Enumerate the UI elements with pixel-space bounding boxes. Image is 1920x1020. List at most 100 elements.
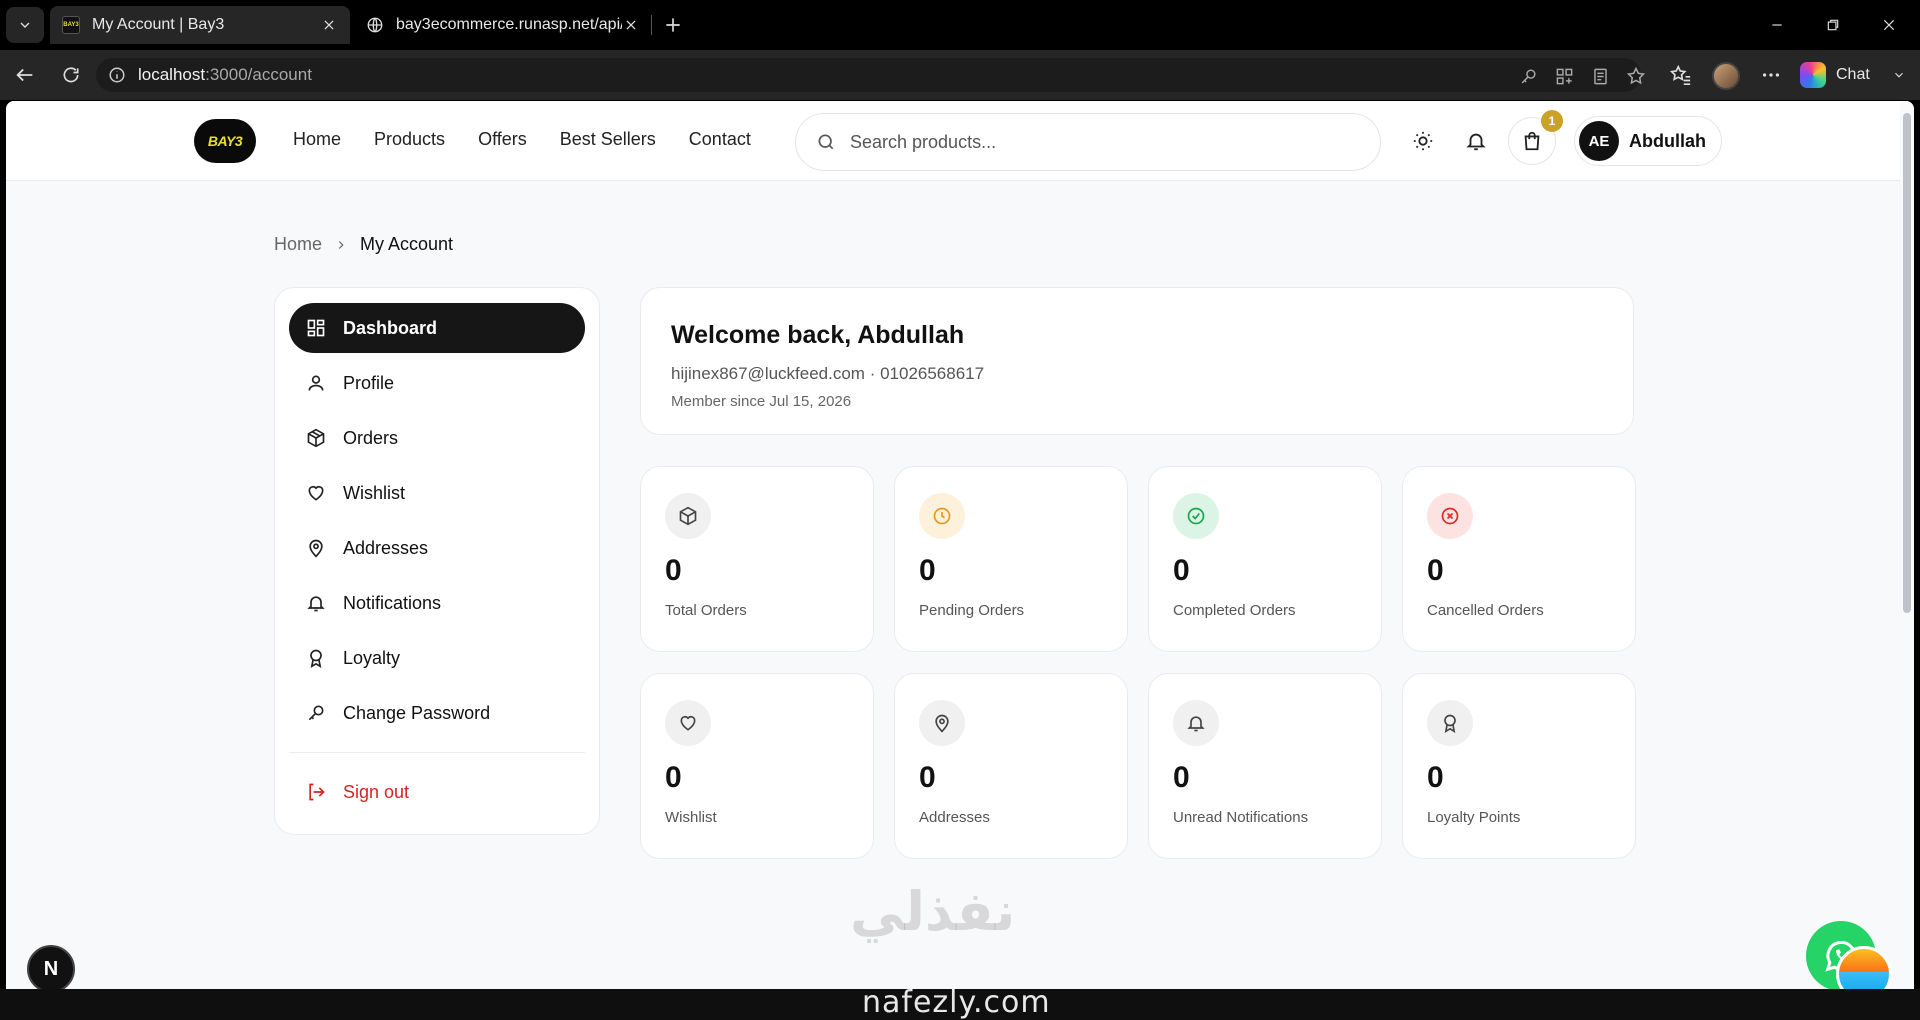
- stat-value: 0: [1427, 761, 1444, 794]
- sidebar-item-change-password[interactable]: Change Password: [289, 688, 585, 738]
- page-scrollbar[interactable]: [1900, 101, 1914, 989]
- stat-card-unread-notifications[interactable]: 0 Unread Notifications: [1148, 673, 1382, 859]
- key-icon[interactable]: [1518, 66, 1538, 86]
- account-sidebar: Dashboard Profile Orders Wishlist Addres…: [274, 287, 600, 835]
- user-menu-button[interactable]: AE Abdullah: [1574, 116, 1722, 166]
- more-options-button[interactable]: [1758, 62, 1784, 88]
- sidebar-item-loyalty[interactable]: Loyalty: [289, 633, 585, 683]
- member-since: Member since Jul 15, 2026: [671, 393, 852, 410]
- bell-icon: [305, 592, 327, 614]
- sign-out-button[interactable]: Sign out: [289, 767, 585, 817]
- new-tab-button[interactable]: [660, 12, 686, 38]
- tab-list-button[interactable]: [6, 7, 44, 43]
- key-icon: [305, 702, 327, 724]
- stat-card-cancelled-orders[interactable]: 0 Cancelled Orders: [1402, 466, 1636, 652]
- stat-card-total-orders[interactable]: 0 Total Orders: [640, 466, 874, 652]
- nextjs-dev-indicator[interactable]: N: [27, 945, 75, 989]
- globe-icon: [366, 16, 384, 34]
- dashboard-icon: [305, 317, 327, 339]
- stat-card-wishlist[interactable]: 0 Wishlist: [640, 673, 874, 859]
- scrollbar-thumb[interactable]: [1903, 113, 1911, 613]
- tab-title: bay3ecommerce.runasp.net/api/au: [396, 16, 622, 33]
- site-header: BAY3 Home Products Offers Best Sellers C…: [6, 101, 1900, 181]
- clock-icon: [919, 493, 965, 539]
- address-bar[interactable]: localhost:3000/account: [96, 58, 1646, 92]
- profile-avatar[interactable]: [1712, 62, 1740, 90]
- minimize-button[interactable]: [1762, 10, 1792, 40]
- sidebar-divider: [289, 752, 585, 753]
- browser-tab-bar: BAY3 My Account | Bay3 bay3ecommerce.run…: [0, 0, 1920, 50]
- stat-value: 0: [1173, 554, 1190, 587]
- cart-count-badge: 1: [1541, 110, 1563, 132]
- user-name: Abdullah: [1629, 130, 1706, 151]
- nav-best-sellers[interactable]: Best Sellers: [560, 129, 656, 150]
- log-out-icon: [305, 781, 327, 803]
- reload-icon: [61, 65, 81, 85]
- browser-toolbar: localhost:3000/account Chat: [0, 50, 1920, 100]
- sidebar-item-dashboard[interactable]: Dashboard: [289, 303, 585, 353]
- stat-card-completed-orders[interactable]: 0 Completed Orders: [1148, 466, 1382, 652]
- apps-icon[interactable]: [1554, 66, 1574, 86]
- url-text: localhost:3000/account: [138, 65, 312, 84]
- stat-label: Total Orders: [665, 602, 747, 619]
- close-tab-icon[interactable]: [320, 16, 338, 34]
- nav-contact[interactable]: Contact: [689, 129, 751, 150]
- close-tab-icon[interactable]: [622, 16, 640, 34]
- chat-avatar-thumbnail[interactable]: [1836, 946, 1892, 989]
- sidebar-item-label: Addresses: [343, 537, 429, 558]
- theme-toggle-button[interactable]: [1409, 127, 1437, 155]
- stat-label: Wishlist: [665, 809, 717, 826]
- back-button[interactable]: [10, 60, 40, 90]
- chevron-down-icon: [17, 17, 33, 33]
- nav-home[interactable]: Home: [293, 129, 341, 150]
- sign-out-label: Sign out: [343, 781, 410, 802]
- nav-products[interactable]: Products: [374, 129, 445, 150]
- stat-card-addresses[interactable]: 0 Addresses: [894, 673, 1128, 859]
- breadcrumb-home[interactable]: Home: [274, 234, 322, 255]
- sidebar-item-addresses[interactable]: Addresses: [289, 523, 585, 573]
- sidebar-item-wishlist[interactable]: Wishlist: [289, 468, 585, 518]
- favorite-star-icon[interactable]: [1626, 66, 1646, 86]
- watermark-arabic: نفذلي: [850, 880, 1016, 943]
- page-viewport: BAY3 Home Products Offers Best Sellers C…: [6, 101, 1914, 989]
- welcome-card: Welcome back, Abdullah hijinex867@luckfe…: [640, 287, 1634, 435]
- stat-card-pending-orders[interactable]: 0 Pending Orders: [894, 466, 1128, 652]
- reading-view-icon[interactable]: [1590, 66, 1610, 86]
- more-horizontal-icon: [1760, 64, 1782, 86]
- sidebar-item-orders[interactable]: Orders: [289, 413, 585, 463]
- x-circle-icon: [1427, 493, 1473, 539]
- award-icon: [305, 647, 327, 669]
- close-window-button[interactable]: [1874, 10, 1904, 40]
- tab-separator: [651, 15, 652, 35]
- stat-label: Loyalty Points: [1427, 809, 1521, 826]
- map-pin-icon: [305, 537, 327, 559]
- sidebar-item-profile[interactable]: Profile: [289, 358, 585, 408]
- notifications-button[interactable]: [1462, 127, 1490, 155]
- plus-icon: [663, 15, 683, 35]
- user-icon: [305, 372, 327, 394]
- nav-offers[interactable]: Offers: [478, 129, 527, 150]
- breadcrumb-current: My Account: [360, 234, 454, 254]
- restore-button[interactable]: [1818, 10, 1848, 40]
- minimize-icon: [1770, 18, 1784, 32]
- search-input[interactable]: [850, 131, 1330, 153]
- restore-icon: [1826, 18, 1840, 32]
- sidebar-item-label: Orders: [343, 427, 399, 448]
- sidebar-item-label: Wishlist: [343, 482, 405, 503]
- sidebar-item-notifications[interactable]: Notifications: [289, 578, 585, 628]
- copilot-chat-button[interactable]: Chat: [1800, 57, 1906, 93]
- browser-tab[interactable]: bay3ecommerce.runasp.net/api/au: [354, 6, 652, 44]
- site-logo[interactable]: BAY3: [194, 119, 256, 163]
- favorites-button[interactable]: [1668, 62, 1694, 88]
- avatar: AE: [1579, 121, 1619, 161]
- search-icon: [816, 132, 836, 152]
- stat-value: 0: [919, 761, 936, 794]
- stat-card-loyalty-points[interactable]: 0 Loyalty Points: [1402, 673, 1636, 859]
- reload-button[interactable]: [56, 60, 86, 90]
- chevron-down-icon: [1892, 68, 1906, 82]
- check-circle-icon: [1173, 493, 1219, 539]
- browser-tab-active[interactable]: BAY3 My Account | Bay3: [50, 6, 350, 44]
- main-nav: Home Products Offers Best Sellers Contac…: [293, 129, 751, 150]
- stat-label: Completed Orders: [1173, 602, 1296, 619]
- tab-title: My Account | Bay3: [92, 16, 225, 33]
